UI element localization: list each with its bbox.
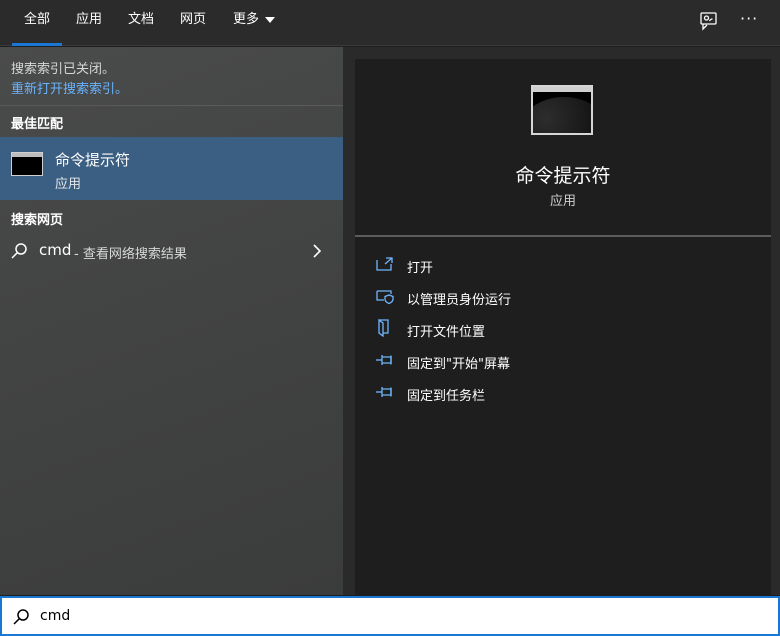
search-web-heading: 搜索网页 (11, 213, 64, 228)
action-pin-to-taskbar[interactable]: 固定到任务栏 (375, 380, 755, 406)
chevron-down-icon (265, 16, 275, 23)
search-icon (13, 609, 29, 625)
best-match-name: 命令提示符 (55, 151, 131, 169)
file-location-icon (378, 319, 389, 337)
detail-app-name: 命令提示符 (515, 165, 611, 187)
reenable-index-link[interactable]: 重新打开搜索索引。 (11, 78, 128, 97)
feedback-icon[interactable] (698, 10, 720, 32)
divider (355, 235, 771, 237)
detail-app-type: 应用 (549, 194, 576, 209)
chevron-right-icon[interactable] (311, 243, 323, 259)
more-options-glyph: ··· (740, 9, 759, 28)
action-pin-to-taskbar-label: 固定到任务栏 (407, 389, 486, 404)
action-run-as-admin[interactable]: 以管理员身份运行 (375, 284, 755, 310)
tab-web-label: 网页 (179, 12, 206, 27)
action-open[interactable]: 打开 (375, 252, 755, 278)
command-prompt-large-icon (531, 85, 593, 135)
more-options-icon[interactable]: ··· (740, 9, 764, 32)
shield-icon (376, 290, 394, 305)
search-icon (11, 243, 27, 259)
tab-documents[interactable]: 文档 (118, 0, 164, 46)
web-search-result[interactable]: cmd - 查看网络搜索结果 (0, 235, 343, 267)
web-search-query: cmd (39, 241, 72, 259)
open-icon (376, 257, 393, 271)
best-match-heading: 最佳匹配 (11, 117, 64, 132)
best-match-type: 应用 (55, 177, 82, 192)
results-pane: 搜索索引已关闭。 重新打开搜索索引。 最佳匹配 命令提示符 应用 搜索网页 cm… (0, 47, 343, 595)
tab-all-label: 全部 (23, 12, 50, 27)
tab-all[interactable]: 全部 (12, 0, 62, 46)
web-search-description: - 查看网络搜索结果 (74, 247, 187, 262)
tab-apps-label: 应用 (75, 12, 102, 27)
search-input[interactable] (40, 603, 760, 629)
tab-more-label: 更多 (232, 12, 259, 27)
tab-apps[interactable]: 应用 (66, 0, 112, 46)
search-scope-tabs: 全部 应用 文档 网页 更多 ··· (0, 0, 780, 46)
command-prompt-icon (11, 152, 43, 176)
best-match-item[interactable]: 命令提示符 应用 (0, 137, 343, 200)
tab-documents-label: 文档 (127, 12, 154, 27)
pin-icon (376, 355, 392, 365)
pin-icon (376, 387, 392, 397)
action-pin-to-start[interactable]: 固定到"开始"屏幕 (375, 348, 755, 374)
search-bar (0, 596, 780, 636)
detail-card: 命令提示符 应用 打开 以管理员身份运行 打开文件位置 固定到"开始"屏幕 固定… (355, 59, 771, 595)
action-open-file-location-label: 打开文件位置 (407, 325, 486, 340)
tab-more[interactable]: 更多 (226, 0, 282, 46)
action-open-file-location[interactable]: 打开文件位置 (375, 316, 755, 342)
detail-pane: 命令提示符 应用 打开 以管理员身份运行 打开文件位置 固定到"开始"屏幕 固定… (343, 47, 780, 595)
action-pin-to-start-label: 固定到"开始"屏幕 (407, 357, 510, 372)
action-open-label: 打开 (407, 261, 434, 276)
divider (0, 105, 343, 106)
tab-web[interactable]: 网页 (170, 0, 216, 46)
index-off-notice: 搜索索引已关闭。 (11, 62, 116, 77)
action-run-as-admin-label: 以管理员身份运行 (407, 293, 512, 308)
